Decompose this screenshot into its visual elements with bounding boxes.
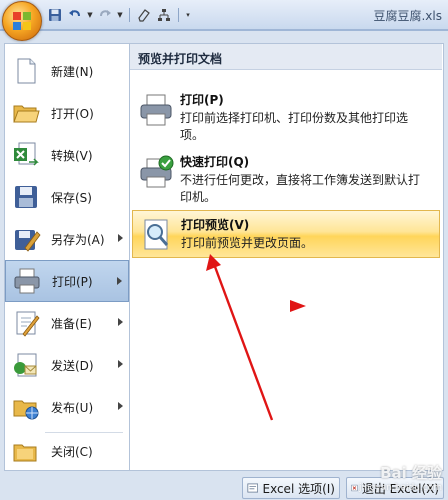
menu-item-label: 另存为(A) [51,232,105,247]
new-document-icon [17,58,36,84]
watermark-logo-text: Bai 经验 [380,464,442,482]
submenu-arrow-icon [117,277,122,285]
office-button[interactable] [2,1,42,41]
watermark: Bai 经验 jingyan.baidu.com [312,462,442,493]
quick-print-icon [140,155,174,188]
eraser-icon [138,9,150,22]
customize-toolbar-icon[interactable]: ▾ [184,11,192,19]
send-icon [14,353,37,377]
option-title: 打印(P) [180,93,224,107]
option-description: 打印前预览并更改页面。 [181,236,314,250]
undo-dropdown-icon[interactable]: ▼ [86,11,94,19]
print-submenu: 预览并打印文档 打印(P) 打印前选择打印机、打印份数及其他打印选项。 快速打印… [130,43,444,471]
menu-item-convert[interactable]: 转换(V) [5,134,129,176]
menu-item-new[interactable]: 新建(N) [5,50,129,92]
quick-access-toolbar: ▼ ▼ ▾ [46,5,192,25]
prepare-icon [16,311,40,337]
undo-icon [69,10,80,17]
options-icon [247,483,259,493]
submenu-arrow-icon [118,234,123,242]
menu-item-save-as[interactable]: 另存为(A) [5,218,129,260]
save-as-icon [15,230,41,252]
printer-icon [14,268,40,294]
save-icon [15,186,37,208]
menu-item-label: 转换(V) [51,148,93,163]
menu-item-label: 发送(D) [51,358,94,373]
save-icon [49,9,61,21]
redo-dropdown-icon[interactable]: ▼ [116,11,124,19]
menu-item-label: 关闭(C) [51,444,93,459]
submenu-arrow-icon [118,360,123,368]
window-title: 豆腐豆腐.xls [373,9,442,23]
menu-item-prepare[interactable]: 准备(E) [5,302,129,344]
option-title: 打印预览(V) [181,218,250,232]
menu-item-send[interactable]: 发送(D) [5,344,129,386]
menu-item-label: 打开(O) [51,106,94,121]
watermark-url: jingyan.baidu.com [358,483,442,493]
menu-commands: 新建(N) 打开(O) 转换(V) 保存(S) 另存为(A) 打印(P) 准备(… [4,43,130,471]
open-folder-icon [13,105,40,123]
convert-icon [14,142,39,166]
print-preview-option[interactable]: 打印预览(V) 打印前预览并更改页面。 [132,210,440,258]
menu-item-label: 发布(U) [51,400,94,415]
office-menu: 新建(N) 打开(O) 转换(V) 保存(S) 另存为(A) 打印(P) 准备(… [0,30,448,500]
menu-item-publish[interactable]: 发布(U) [5,386,129,428]
option-description: 打印前选择打印机、打印份数及其他打印选项。 [180,111,409,142]
menu-item-label: 准备(E) [51,316,92,331]
publish-icon [13,400,39,420]
submenu-arrow-icon [118,318,123,326]
menu-item-label: 打印(P) [52,274,93,289]
menu-item-label: 保存(S) [51,190,92,205]
org-chart-button[interactable] [155,6,173,24]
office-logo-icon [13,12,33,32]
undo-button[interactable] [66,6,84,24]
toolbar-separator [178,8,179,22]
org-chart-icon [158,9,170,21]
close-folder-icon [13,444,37,462]
menu-item-open[interactable]: 打开(O) [5,92,129,134]
menu-item-label: 新建(N) [51,64,94,79]
toolbar-separator [129,8,130,22]
submenu-header: 预览并打印文档 [130,44,442,70]
submenu-arrow-icon [118,402,123,410]
quick-print-option[interactable]: 快速打印(Q) 不进行任何更改，直接将工作簿发送到默认打印机。 [132,148,440,204]
option-description: 不进行任何更改，直接将工作簿发送到默认打印机。 [180,173,421,204]
option-title: 快速打印(Q) [180,155,250,169]
title-bar: ▼ ▼ ▾ 豆腐豆腐.xls [0,0,448,41]
save-button[interactable] [46,6,64,24]
print-option[interactable]: 打印(P) 打印前选择打印机、打印份数及其他打印选项。 [132,86,440,142]
menu-item-print[interactable]: 打印(P) [5,260,129,302]
menu-item-close[interactable]: 关闭(C) [5,430,129,472]
printer-icon [140,94,172,126]
menu-item-save[interactable]: 保存(S) [5,176,129,218]
clear-button[interactable] [135,6,153,24]
redo-icon [100,10,111,17]
redo-button[interactable] [96,6,114,24]
print-preview-icon [144,219,169,250]
